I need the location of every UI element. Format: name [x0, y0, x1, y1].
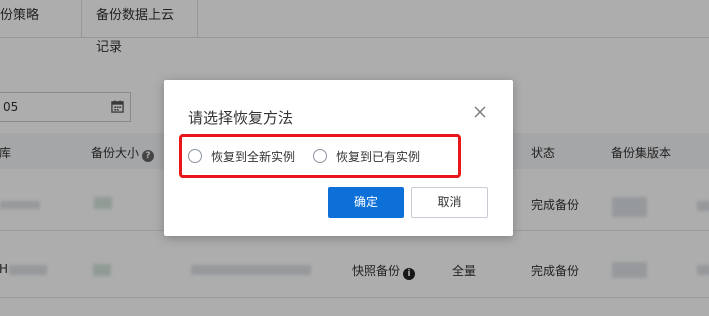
restore-method-dialog: 请选择恢复方法 恢复到全新实例 恢复到已有实例 确定 取消	[164, 80, 513, 236]
radio-button[interactable]	[313, 149, 327, 163]
radio-label: 恢复到已有实例	[336, 149, 421, 164]
close-icon[interactable]	[472, 104, 488, 120]
cancel-button[interactable]: 取消	[411, 187, 488, 218]
confirm-button[interactable]: 确定	[328, 187, 404, 218]
radio-button[interactable]	[188, 149, 202, 163]
radio-restore-new-instance[interactable]: 恢复到全新实例	[188, 148, 295, 164]
dialog-title: 请选择恢复方法	[188, 109, 294, 127]
radio-label: 恢复到全新实例	[211, 149, 296, 164]
radio-restore-existing-instance[interactable]: 恢复到已有实例	[313, 148, 420, 164]
